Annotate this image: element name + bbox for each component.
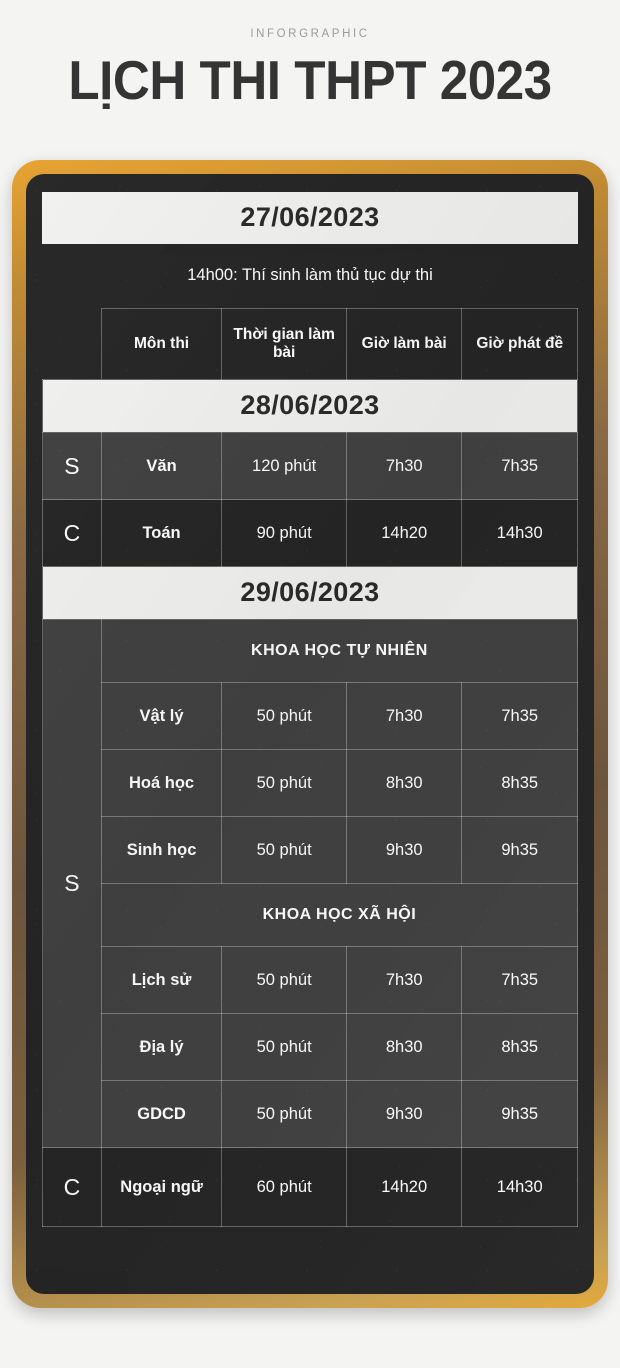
date-banner-cell-day2: 28/06/2023	[42, 379, 578, 433]
group-header-social-sciences: KHOA HỌC XÃ HỘI	[100, 883, 579, 947]
table-row: Hoá học 50 phút 8h30 8h35	[42, 749, 578, 817]
start-time-value: 14h20	[345, 499, 463, 567]
duration-value: 50 phút	[221, 816, 347, 884]
board-content: 27/06/2023 14h00: Thí sinh làm thủ tục d…	[26, 174, 594, 1294]
table-header-row: Môn thi Thời gian làm bài Giờ làm bài Gi…	[42, 308, 578, 380]
header-cell-duration: Thời gian làm bài	[221, 308, 347, 380]
header-cell-subject: Môn thi	[100, 308, 223, 380]
exam-schedule-table: Môn thi Thời gian làm bài Giờ làm bài Gi…	[42, 308, 579, 1227]
paper-time-value: 7h35	[461, 946, 578, 1014]
paper-time-value: 8h35	[461, 749, 578, 817]
session-label-morning: S	[42, 619, 102, 1148]
header-cell-paper-time: Giờ phát đề	[461, 308, 578, 380]
duration-value: 50 phút	[221, 1080, 347, 1148]
paper-time-value: 8h35	[461, 1013, 578, 1081]
start-time-value: 9h30	[345, 1080, 463, 1148]
duration-value: 60 phút	[221, 1147, 347, 1227]
page-title: LỊCH THI THPT 2023	[22, 50, 599, 110]
table-row: C Ngoại ngữ 60 phút 14h20 14h30	[42, 1147, 578, 1227]
table-row: Vật lý 50 phút 7h30 7h35	[42, 682, 578, 750]
duration-value: 120 phút	[221, 432, 347, 500]
date-banner-day2: 28/06/2023	[43, 380, 577, 432]
gold-border: 27/06/2023 14h00: Thí sinh làm thủ tục d…	[12, 160, 608, 1308]
table-row: Sinh học 50 phút 9h30 9h35	[42, 816, 578, 884]
group-header-natural-sciences: KHOA HỌC TỰ NHIÊN	[100, 619, 579, 683]
page-title-light: LỊCH THI	[68, 49, 295, 111]
subject-name: Văn	[100, 432, 223, 500]
date-banner-day3: 29/06/2023	[43, 567, 577, 619]
paper-time-value: 9h35	[461, 1080, 578, 1148]
date-banner-row-day2: 28/06/2023	[42, 379, 578, 433]
date-banner-cell-day3: 29/06/2023	[42, 566, 578, 620]
session-label-afternoon: C	[42, 1147, 102, 1227]
paper-time-value: 7h35	[461, 432, 578, 500]
subject-name: Hoá học	[100, 749, 223, 817]
page-title-bold: THPT 2023	[294, 49, 552, 111]
group-header-row: S KHOA HỌC TỰ NHIÊN	[42, 619, 579, 1148]
subject-name: Địa lý	[100, 1013, 223, 1081]
start-time-value: 7h30	[345, 946, 463, 1014]
table-row: C Toán 90 phút 14h20 14h30	[42, 499, 578, 567]
header-cell-session	[42, 308, 102, 380]
table-row: Địa lý 50 phút 8h30 8h35	[42, 1013, 578, 1081]
start-time-value: 8h30	[345, 749, 463, 817]
subject-name: Toán	[100, 499, 223, 567]
duration-value: 90 phút	[221, 499, 347, 567]
session-label: C	[42, 499, 102, 567]
subject-name: Sinh học	[100, 816, 223, 884]
session-label: S	[42, 432, 102, 500]
start-time-value: 14h20	[345, 1147, 463, 1227]
paper-time-value: 7h35	[461, 682, 578, 750]
duration-value: 50 phút	[221, 1013, 347, 1081]
kicker-label: INFORGRAPHIC	[250, 28, 370, 40]
start-time-value: 9h30	[345, 816, 463, 884]
duration-value: 50 phút	[221, 682, 347, 750]
subject-name: GDCD	[100, 1080, 223, 1148]
table-row: S Văn 120 phút 7h30 7h35	[42, 432, 578, 500]
date-banner-row-day3: 29/06/2023	[42, 566, 578, 620]
table-row: GDCD 50 phút 9h30 9h35	[42, 1080, 578, 1148]
start-time-value: 7h30	[345, 682, 463, 750]
header-cell-start-time: Giờ làm bài	[345, 308, 463, 380]
page-header: INFORGRAPHIC LỊCH THI THPT 2023	[0, 0, 620, 110]
paper-time-value: 14h30	[461, 499, 578, 567]
date-banner-day1: 27/06/2023	[42, 192, 578, 244]
paper-time-value: 14h30	[461, 1147, 578, 1227]
table-row: Lịch sử 50 phút 7h30 7h35	[42, 946, 578, 1014]
day1-note: 14h00: Thí sinh làm thủ tục dự thi	[187, 266, 433, 284]
infographic-frame: 27/06/2023 14h00: Thí sinh làm thủ tục d…	[12, 160, 608, 1308]
group-header-row: KHOA HỌC XÃ HỘI	[43, 883, 579, 947]
chalkboard-panel: 27/06/2023 14h00: Thí sinh làm thủ tục d…	[26, 174, 594, 1294]
start-time-value: 7h30	[345, 432, 463, 500]
subject-name: Vật lý	[100, 682, 223, 750]
duration-value: 50 phút	[221, 946, 347, 1014]
paper-time-value: 9h35	[461, 816, 578, 884]
subject-name: Lịch sử	[100, 946, 223, 1014]
duration-value: 50 phút	[221, 749, 347, 817]
start-time-value: 8h30	[345, 1013, 463, 1081]
subject-name: Ngoại ngữ	[100, 1147, 223, 1227]
